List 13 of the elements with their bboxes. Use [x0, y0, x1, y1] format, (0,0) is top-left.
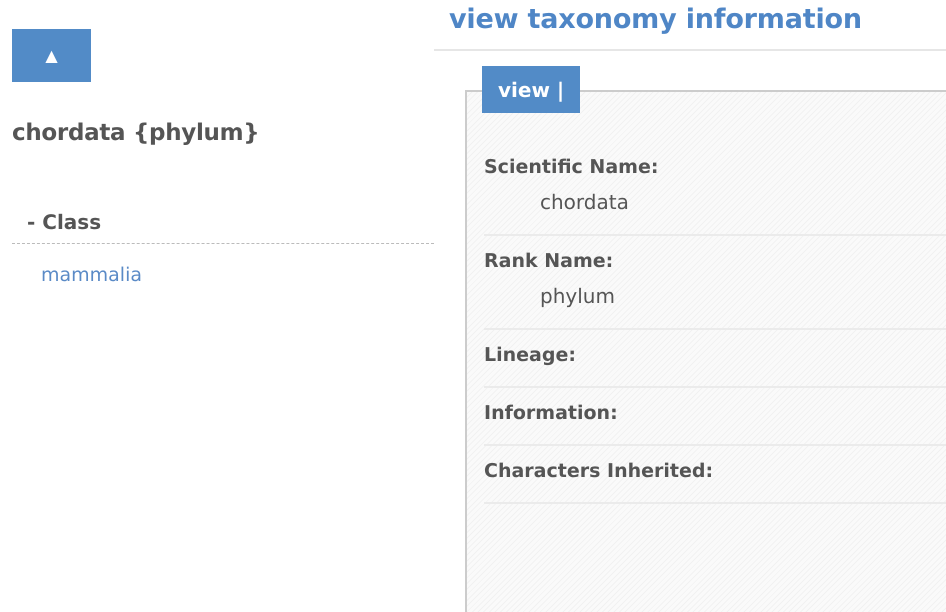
view-tab[interactable]: view | — [482, 66, 580, 113]
field-value: phylum — [540, 284, 616, 308]
field-label: Lineage: — [484, 344, 577, 366]
field-label: Scientific Name: — [484, 156, 660, 178]
class-link[interactable]: mammalia — [41, 264, 142, 286]
field-value: chordata — [540, 190, 630, 214]
field-label: Characters Inherited: — [484, 460, 714, 482]
taxon-heading: chordata {phylum} — [12, 120, 260, 146]
up-button[interactable]: ▲ — [12, 29, 91, 82]
section-label: - Class — [12, 210, 434, 244]
field-label: Information: — [484, 402, 619, 424]
field-label: Rank Name: — [484, 250, 614, 272]
page-title: view taxonomy information — [449, 4, 863, 35]
